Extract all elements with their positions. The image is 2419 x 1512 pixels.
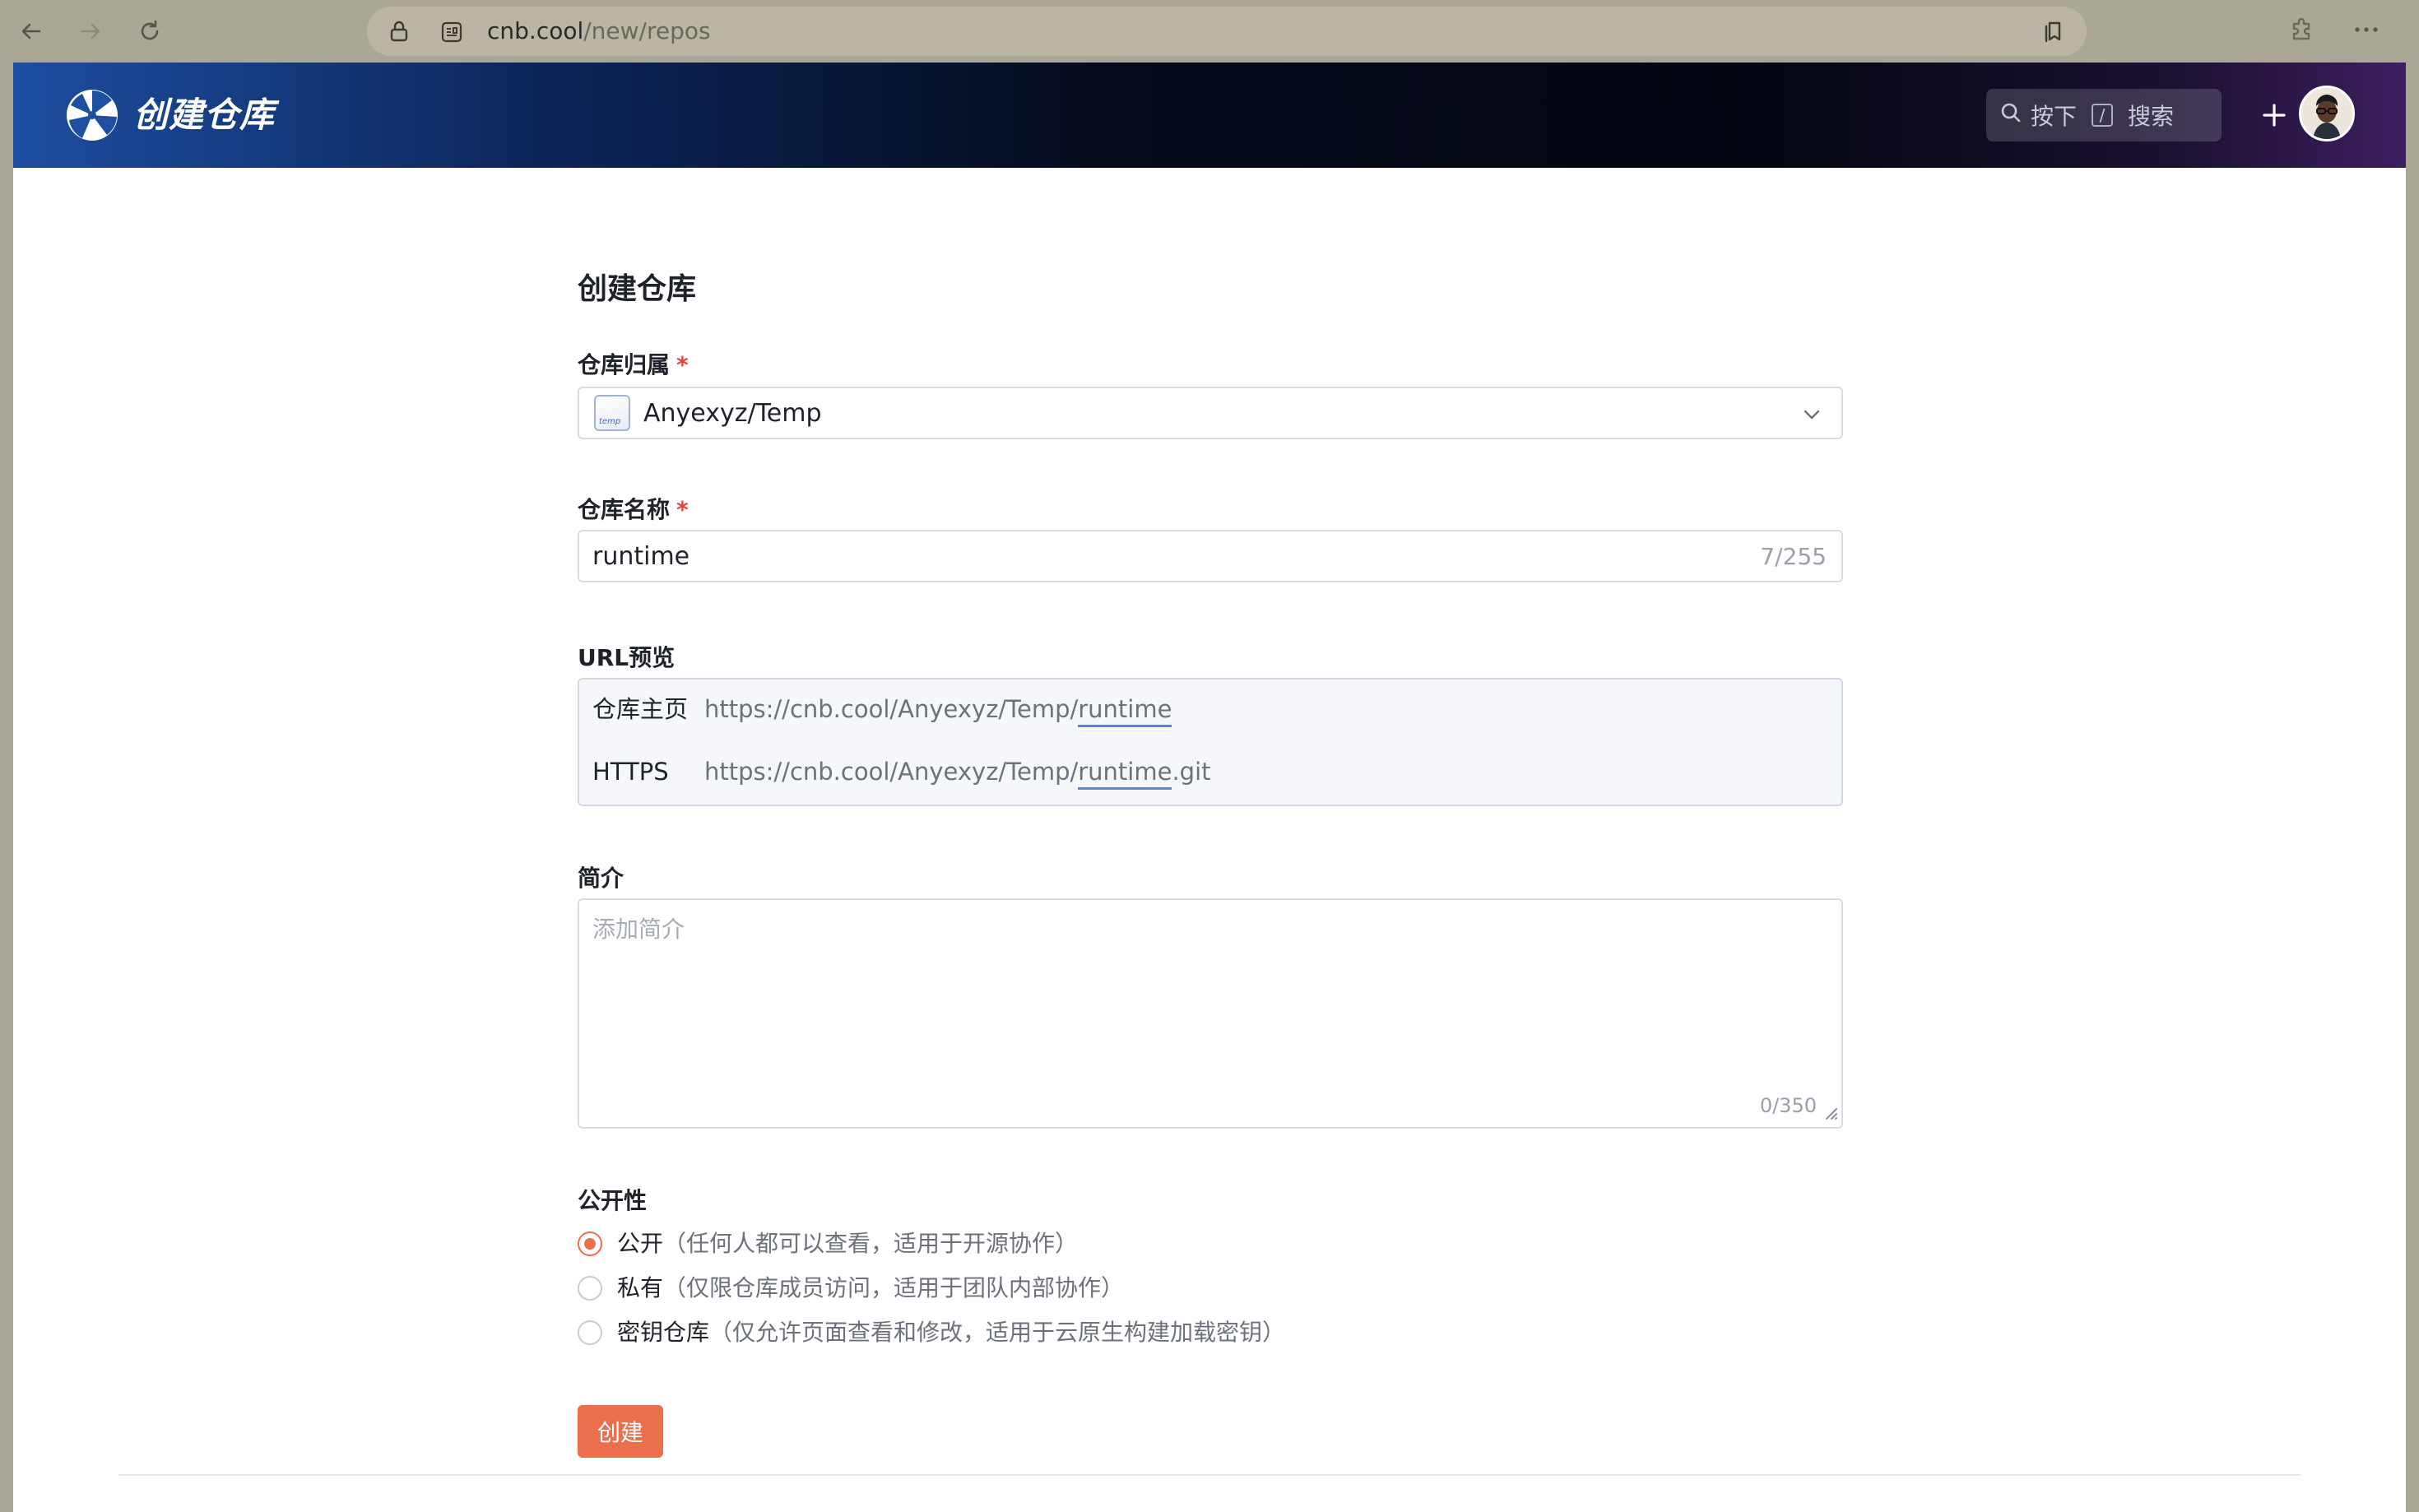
owner-label: 仓库归属 * [578, 351, 689, 378]
global-search[interactable]: 按下 / 搜索 [1986, 89, 2222, 141]
top-navbar: 创建仓库 按下 / 搜索 [13, 63, 2406, 168]
forward-icon[interactable] [74, 15, 107, 48]
resize-handle-icon[interactable] [1822, 1104, 1838, 1124]
visibility-option-public[interactable]: 公开 （任何人都可以查看，适用于开源协作） [578, 1229, 1078, 1259]
lock-icon[interactable] [388, 20, 410, 46]
url-https-key: HTTPS [592, 758, 669, 786]
description-char-counter: 0/350 [1759, 1094, 1817, 1117]
description-textarea[interactable]: 添加简介 0/350 [578, 898, 1843, 1129]
search-icon [1999, 101, 2022, 130]
owner-select[interactable]: temp Anyexyz/Temp [578, 387, 1843, 439]
logo-icon[interactable] [64, 87, 120, 143]
description-label: 简介 [578, 865, 624, 892]
create-button[interactable]: 创建 [578, 1405, 663, 1458]
radio-private[interactable] [578, 1276, 602, 1301]
search-action-text: 搜索 [2128, 103, 2175, 130]
url-home-key: 仓库主页 [592, 695, 689, 723]
reload-icon[interactable] [133, 15, 166, 48]
org-avatar: temp [594, 395, 630, 431]
url-https-value: https://cnb.cool/Anyexyz/Temp/runtime.gi… [704, 757, 1211, 790]
owner-value: Anyexyz/Temp [643, 398, 822, 428]
url-row-home: 仓库主页 https://cnb.cool/Anyexyz/Temp/runti… [592, 694, 1172, 727]
browser-chrome: cnb.cool/new/repos [0, 0, 2419, 63]
url-preview-label: URL预览 [578, 644, 676, 671]
name-label: 仓库名称 * [578, 496, 689, 523]
site-info-icon[interactable] [441, 21, 462, 46]
page-title: 创建仓库 [578, 272, 697, 306]
url-preview-box: 仓库主页 https://cnb.cool/Anyexyz/Temp/runti… [578, 678, 1843, 806]
more-icon[interactable] [2352, 15, 2381, 48]
url-row-https: HTTPS https://cnb.cool/Anyexyz/Temp/runt… [592, 757, 1211, 790]
chevron-down-icon[interactable] [1804, 408, 1820, 424]
avatar[interactable] [2299, 86, 2355, 141]
url-home-value: https://cnb.cool/Anyexyz/Temp/runtime [704, 694, 1172, 727]
address-bar[interactable]: cnb.cool/new/repos [367, 7, 2087, 56]
description-placeholder: 添加简介 [592, 916, 685, 943]
repo-name-input[interactable]: runtime 7/255 [578, 530, 1843, 582]
visibility-option-secret[interactable]: 密钥仓库 （仅允许页面查看和修改，适用于云原生构建加载密钥） [578, 1318, 1285, 1347]
search-press-text: 按下 [2031, 103, 2078, 130]
visibility-option-private[interactable]: 私有 （仅限仓库成员访问，适用于团队内部协作） [578, 1273, 1124, 1303]
visibility-label: 公开性 [578, 1187, 648, 1214]
extensions-icon[interactable] [2287, 15, 2317, 48]
brand-title[interactable]: 创建仓库 [133, 90, 275, 140]
url-text[interactable]: cnb.cool/new/repos [487, 18, 711, 44]
back-icon[interactable] [15, 15, 48, 48]
radio-public[interactable] [578, 1231, 602, 1256]
footer-divider [118, 1474, 2301, 1476]
search-shortcut-key: / [2092, 104, 2114, 127]
repo-name-value: runtime [592, 541, 690, 571]
plus-icon[interactable] [2258, 99, 2291, 135]
name-char-counter: 7/255 [1760, 542, 1827, 570]
bookmark-icon[interactable] [2042, 19, 2067, 47]
page-window: 创建仓库 按下 / 搜索 创建仓库 仓库归属 * temp Anyexyz/Te… [13, 63, 2406, 1512]
radio-secret[interactable] [578, 1320, 602, 1345]
